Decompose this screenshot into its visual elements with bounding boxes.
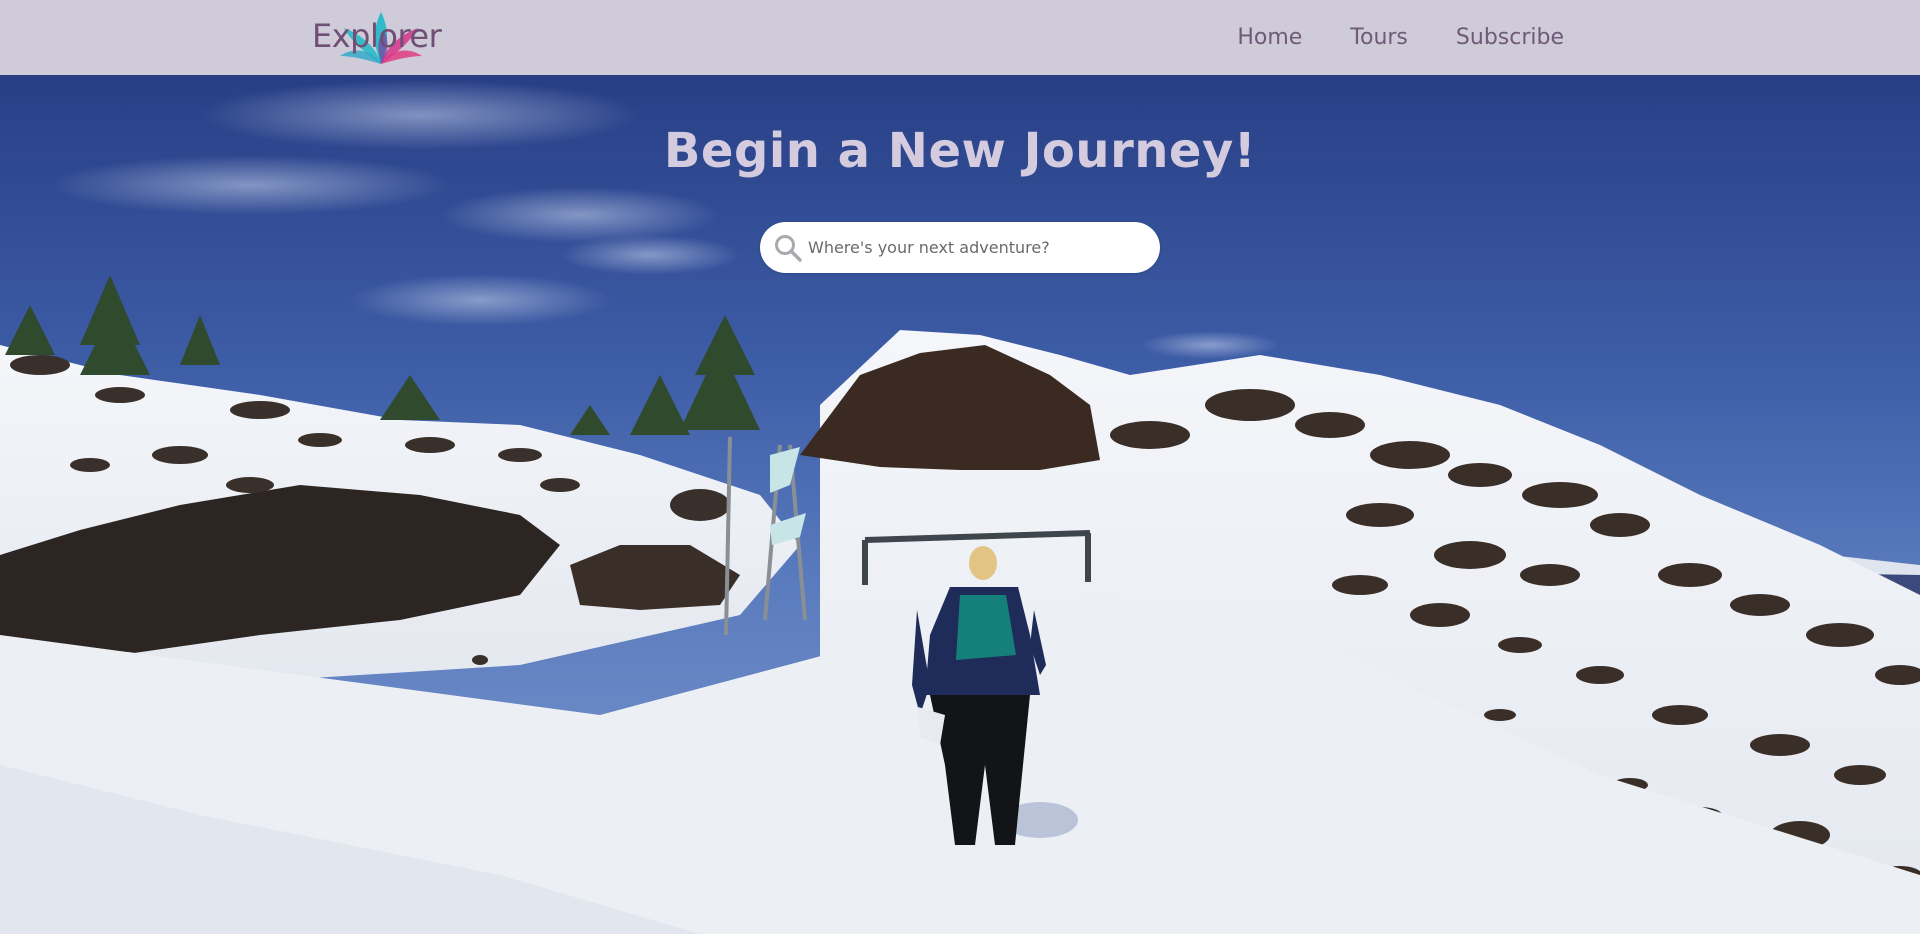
nav-home[interactable]: Home <box>1237 27 1302 49</box>
search-input[interactable] <box>808 222 1138 273</box>
top-navbar: Explorer Home Tours Subscribe <box>0 0 1920 75</box>
search-icon <box>775 235 802 262</box>
main-nav: Home Tours Subscribe <box>1237 27 1564 49</box>
nav-tours[interactable]: Tours <box>1350 27 1408 49</box>
hero-title: Begin a New Journey! <box>663 123 1257 179</box>
search-bar[interactable] <box>760 222 1160 273</box>
brand-logo[interactable]: Explorer <box>312 10 442 66</box>
hero-section: Begin a New Journey! <box>0 75 1920 934</box>
brand-name: Explorer <box>312 17 442 55</box>
hero-background-image <box>0 75 1920 934</box>
nav-subscribe[interactable]: Subscribe <box>1456 27 1564 49</box>
